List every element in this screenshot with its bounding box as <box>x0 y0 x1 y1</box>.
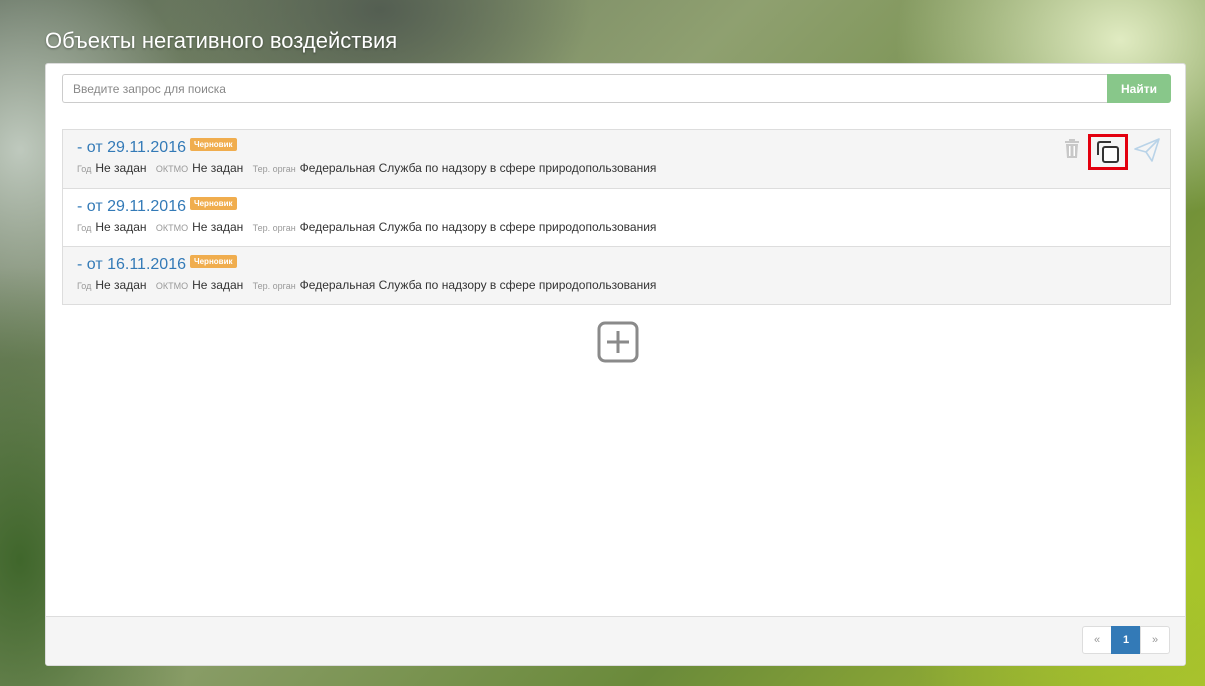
search-button[interactable]: Найти <box>1107 74 1171 103</box>
status-badge: Черновик <box>189 255 237 268</box>
oktmo-value: Не задан <box>192 161 244 175</box>
oktmo-label: ОКТМО <box>155 223 189 233</box>
oktmo-label: ОКТМО <box>155 281 189 291</box>
search-bar: Найти <box>62 74 1171 103</box>
panel-footer: « 1 » <box>46 616 1185 665</box>
record-date-link[interactable]: - от 29.11.2016 <box>77 139 186 156</box>
oktmo-label: ОКТМО <box>155 164 189 174</box>
oktmo-value: Не задан <box>192 220 244 234</box>
plus-square-icon <box>597 321 639 363</box>
pagination-prev[interactable]: « <box>1082 626 1112 654</box>
add-record-button[interactable] <box>596 320 640 364</box>
organ-value: Федеральная Служба по надзору в сфере пр… <box>299 161 657 175</box>
record-meta: Год Не задан ОКТМО Не задан Тер. орган Феде… <box>77 278 1156 292</box>
year-label: Год <box>77 223 92 233</box>
year-value: Не задан <box>95 220 147 234</box>
oktmo-value: Не задан <box>192 278 244 292</box>
send-icon[interactable] <box>1134 137 1160 167</box>
organ-label: Тер. орган <box>252 164 296 174</box>
record-meta: Год Не задан ОКТМО Не задан Тер. орган Феде… <box>77 161 1156 175</box>
year-value: Не задан <box>95 278 147 292</box>
organ-value: Федеральная Служба по надзору в сфере пр… <box>299 220 657 234</box>
year-label: Год <box>77 164 92 174</box>
pagination-page-1[interactable]: 1 <box>1111 626 1141 654</box>
main-panel: Найти - от 29.11.2016Черновик ГодНе зада… <box>45 63 1186 666</box>
organ-label: Тер. орган <box>252 281 296 291</box>
pagination-next[interactable]: » <box>1140 626 1170 654</box>
trash-icon[interactable] <box>1064 139 1080 165</box>
record-date-link[interactable]: - от 29.11.2016 <box>77 198 186 215</box>
list-item[interactable]: - от 29.11.2016 Черновик Год Не задан ОКТМ… <box>63 188 1170 246</box>
organ-value: Федеральная Служба по надзору в сфере пр… <box>299 278 657 292</box>
copy-icon <box>1097 141 1119 163</box>
year-value: Не задан <box>95 161 147 175</box>
organ-label: Тер. орган <box>252 223 296 233</box>
list-item[interactable]: - от 29.11.2016 Черновик Год Не задан ОКТМ… <box>63 130 1170 188</box>
records-list: - от 29.11.2016 Черновик Год Не задан ОКТМ… <box>62 129 1171 305</box>
record-meta: Год Не задан ОКТМО Не задан Тер. орган Феде… <box>77 220 1156 234</box>
page-title: Объекты негативного воздействия <box>45 28 398 53</box>
status-badge: Черновик <box>189 197 237 210</box>
row-actions <box>1064 134 1160 170</box>
list-item[interactable]: - от 16.11.2016 Черновик Год Не задан ОКТМ… <box>63 246 1170 304</box>
year-label: Год <box>77 281 92 291</box>
pagination: « 1 » <box>1082 626 1170 654</box>
copy-button[interactable] <box>1088 134 1128 170</box>
search-input[interactable] <box>62 74 1107 103</box>
status-badge: Черновик <box>189 138 237 151</box>
record-date-link[interactable]: - от 16.11.2016 <box>77 256 186 273</box>
